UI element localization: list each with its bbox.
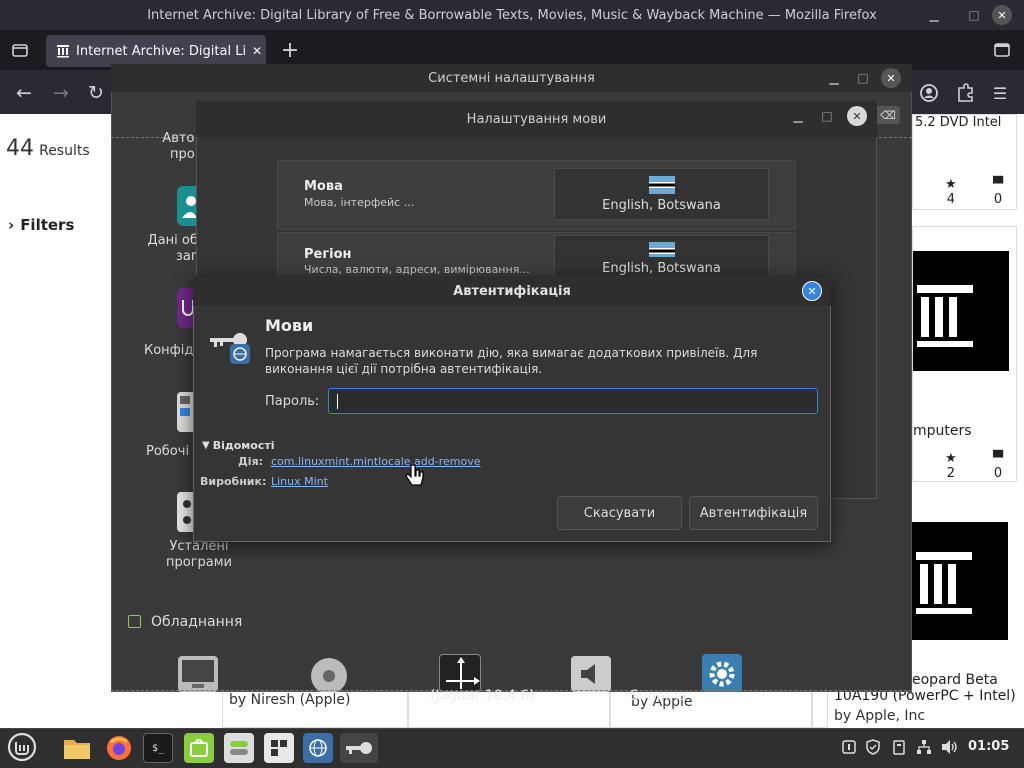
firefox-maximize-icon[interactable]: □	[962, 0, 986, 30]
botswana-flag-icon	[648, 175, 675, 194]
text-caret	[337, 394, 338, 409]
firefox-close-icon[interactable]: ✕	[990, 0, 1014, 30]
auth-heading: Мови	[265, 316, 314, 335]
extensions-icon[interactable]	[950, 80, 980, 106]
system-info-icon[interactable]	[439, 654, 481, 692]
results-count: 44 Results	[6, 136, 90, 161]
firefox-window-title: Internet Archive: Digital Library of Fre…	[147, 7, 877, 23]
input-method-icon[interactable]	[264, 733, 294, 763]
settings-toggles-icon[interactable]	[224, 733, 254, 763]
search-clear-icon[interactable]: ⌫	[876, 106, 900, 124]
action-link[interactable]: com.linuxmint.mintlocale.add-remove	[271, 455, 481, 468]
tab-list-icon[interactable]	[8, 38, 32, 62]
comments-count: ▀ 0	[993, 177, 1003, 207]
lang-minimize-icon[interactable]: ▁	[786, 104, 810, 128]
firefox-icon[interactable]	[104, 733, 134, 763]
hardware-section-title: Обладнання	[151, 614, 243, 630]
language-select-button[interactable]: English, Botswana	[554, 168, 769, 220]
cancel-button[interactable]: Скасувати	[557, 496, 682, 530]
category-workspaces[interactable]: Робочі	[146, 444, 189, 460]
details-expander[interactable]: ▼ Відомості	[202, 439, 275, 452]
archive-logo-image	[912, 522, 1008, 640]
terminal-icon[interactable]: $_	[143, 733, 173, 763]
archive-card-2[interactable]: mputers ★ 2 ▀ 0	[912, 226, 1017, 482]
language-settings-icon[interactable]	[303, 733, 333, 763]
display-icon[interactable]	[178, 656, 218, 692]
category-default-apps[interactable]: Усталені програми	[166, 539, 232, 571]
tab-close-icon[interactable]: ✕	[252, 44, 262, 58]
archive-card-6[interactable]: by Niresh (Apple)	[222, 692, 408, 728]
archive-favicon-icon	[56, 44, 70, 58]
archive-card-1[interactable]: 5.2 DVD Intel ★ 4 ▀ 0	[912, 114, 1017, 210]
back-icon[interactable]: ←	[9, 78, 39, 108]
settings-maximize-icon[interactable]: □	[851, 66, 875, 90]
settings-gear-icon[interactable]	[702, 654, 742, 692]
auth-close-icon[interactable]: ✕	[802, 281, 822, 301]
filters-toggle[interactable]: › Filters	[8, 216, 74, 234]
action-label: Дія:	[238, 455, 264, 468]
tab-title: Internet Archive: Digital Lib	[76, 43, 246, 59]
keys-icon	[208, 328, 254, 364]
volume-icon[interactable]	[940, 738, 958, 756]
lang-maximize-icon[interactable]: □	[815, 104, 839, 128]
auth-keys-icon[interactable]	[340, 733, 378, 763]
vendor-label: Виробник:	[200, 475, 267, 488]
settings-minimize-icon[interactable]: ▁	[822, 66, 846, 90]
system-settings-titlebar: Системні налаштування	[111, 64, 912, 92]
auth-message: Програма намагається виконати дію, яка в…	[265, 346, 758, 376]
menu-icon[interactable]: ☰	[985, 78, 1015, 108]
firefox-minimize-icon[interactable]: ▁	[922, 0, 946, 30]
shield-icon[interactable]	[864, 738, 882, 756]
new-tab-icon[interactable]: +	[278, 38, 302, 63]
hand-cursor-icon	[404, 463, 426, 489]
mintinstall-icon[interactable]	[184, 733, 214, 763]
tab-internet-archive[interactable]: Internet Archive: Digital Lib ✕	[46, 35, 266, 67]
category-auto[interactable]: Авто про	[162, 131, 194, 163]
account-icon[interactable]	[914, 80, 944, 106]
hardware-section-icon	[128, 615, 141, 628]
settings-close-icon[interactable]: ✕	[881, 68, 901, 88]
region-select-button[interactable]: English, Botswana	[554, 235, 769, 276]
triangle-down-icon: ▼	[202, 440, 210, 451]
favorites-count: ★ 4	[945, 177, 957, 207]
archive-logo-image	[913, 251, 1009, 371]
clipboard-icon[interactable]	[890, 738, 908, 756]
category-user-data[interactable]: Дані об зап	[146, 233, 200, 265]
authenticate-button[interactable]: Автентифікація	[689, 496, 818, 530]
chevron-right-icon: ›	[8, 216, 15, 234]
firefox-titlebar: Internet Archive: Digital Library of Fre…	[0, 0, 1024, 30]
password-input[interactable]	[328, 388, 818, 414]
update-manager-icon[interactable]	[840, 738, 858, 756]
network-icon[interactable]	[915, 738, 933, 756]
botswana-flag-icon	[648, 242, 675, 257]
forward-icon[interactable]: →	[46, 78, 76, 108]
disks-icon[interactable]	[309, 656, 349, 692]
mint-menu-icon[interactable]	[6, 731, 38, 763]
clock: 01:05	[968, 739, 1010, 754]
reload-icon[interactable]: ↻	[81, 78, 111, 108]
auth-titlebar: Автентифікація	[193, 276, 831, 306]
sound-icon[interactable]	[571, 656, 611, 692]
vendor-link[interactable]: Linux Mint	[271, 475, 328, 488]
language-settings-titlebar: Налаштування мови	[196, 101, 877, 137]
lang-close-icon[interactable]: ✕	[847, 106, 867, 126]
user-data-icon	[177, 186, 197, 226]
password-label: Пароль:	[265, 394, 320, 409]
firefox-view-icon[interactable]	[990, 38, 1014, 62]
files-icon[interactable]	[62, 733, 92, 763]
